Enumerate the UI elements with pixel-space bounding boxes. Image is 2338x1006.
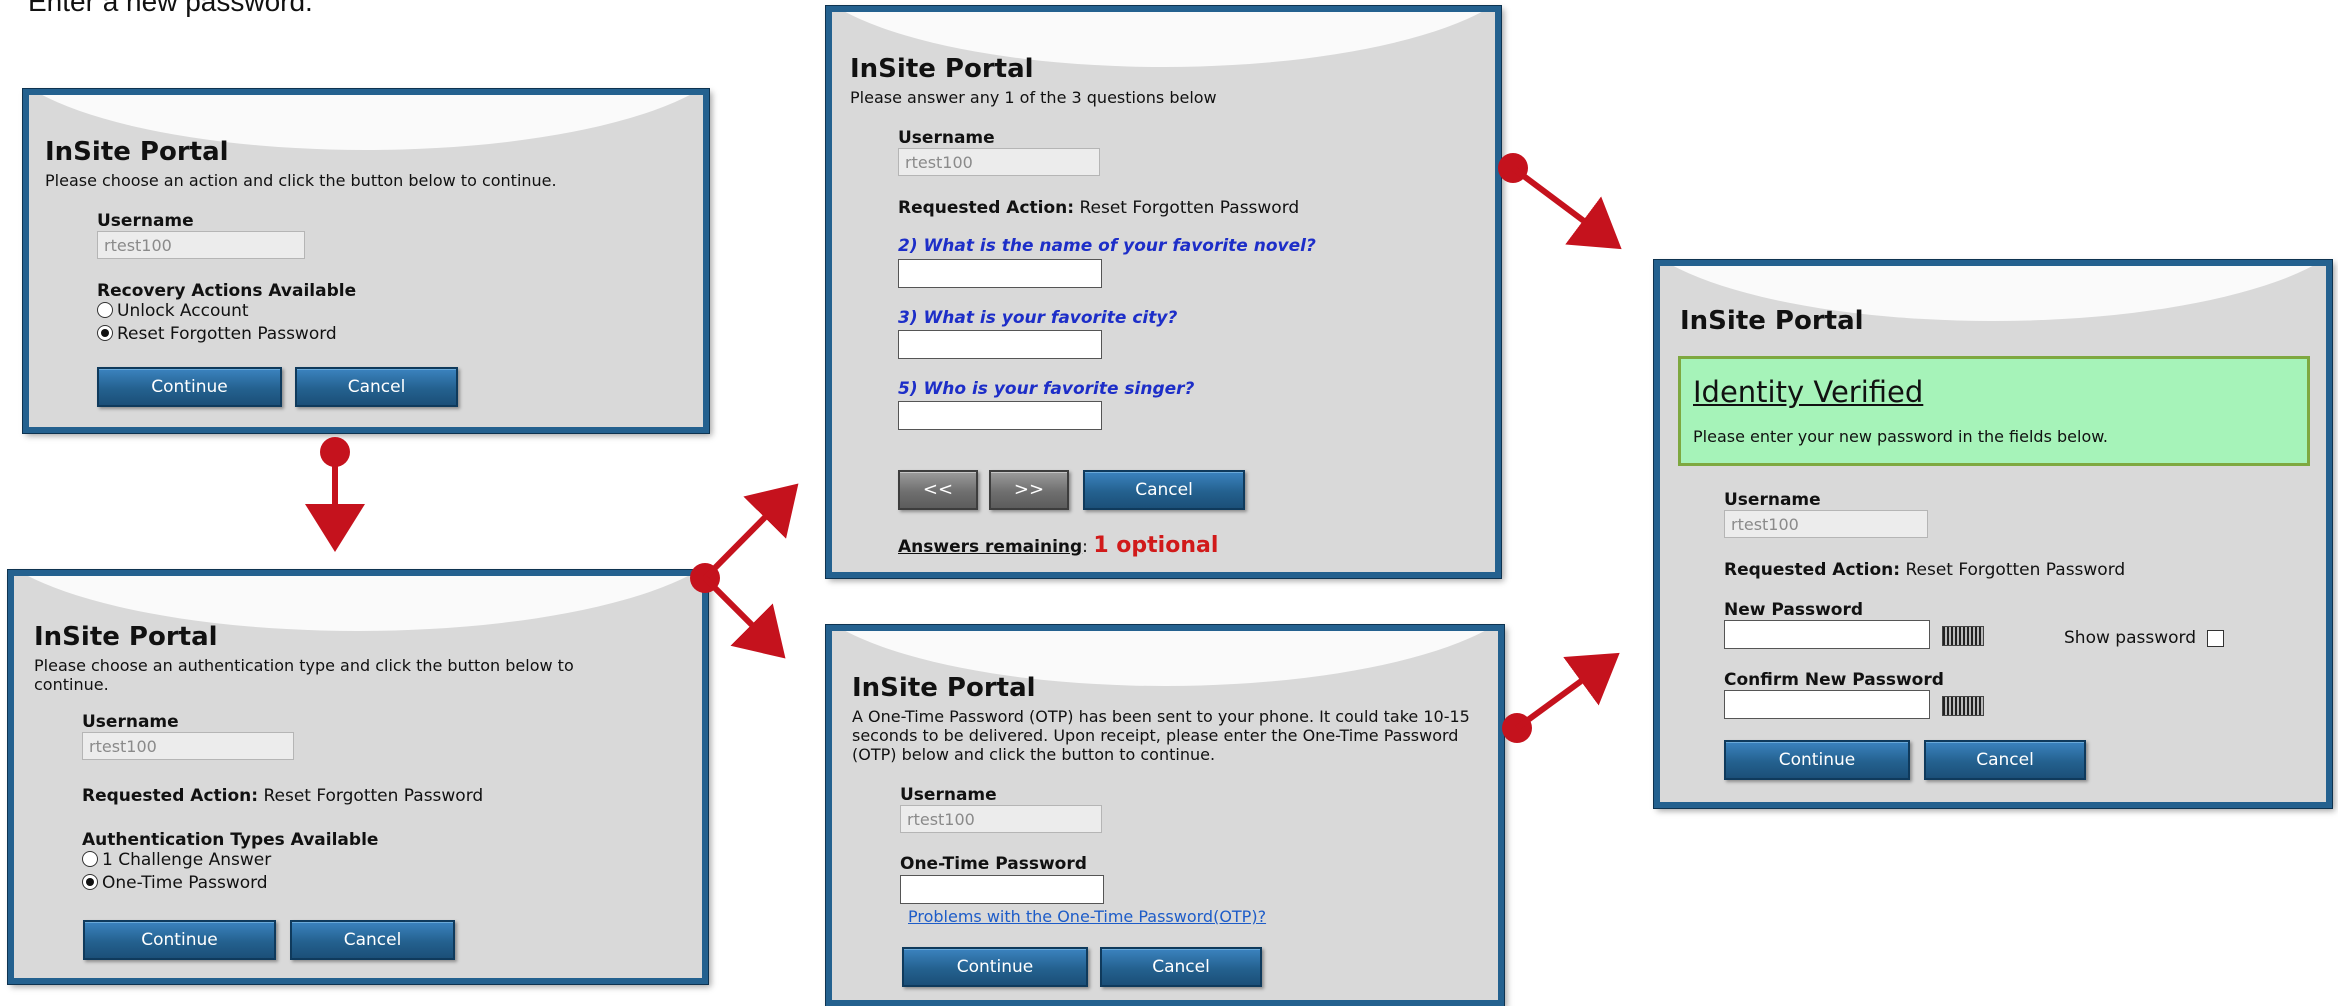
flow-arrows [305,153,1622,743]
arrow-panel4-to-panel5 [1502,652,1620,743]
arrow-panel1-to-panel2 [305,437,365,552]
arrow-panel2-branches [690,483,799,659]
arrow-panel3-to-panel5 [1498,153,1622,250]
